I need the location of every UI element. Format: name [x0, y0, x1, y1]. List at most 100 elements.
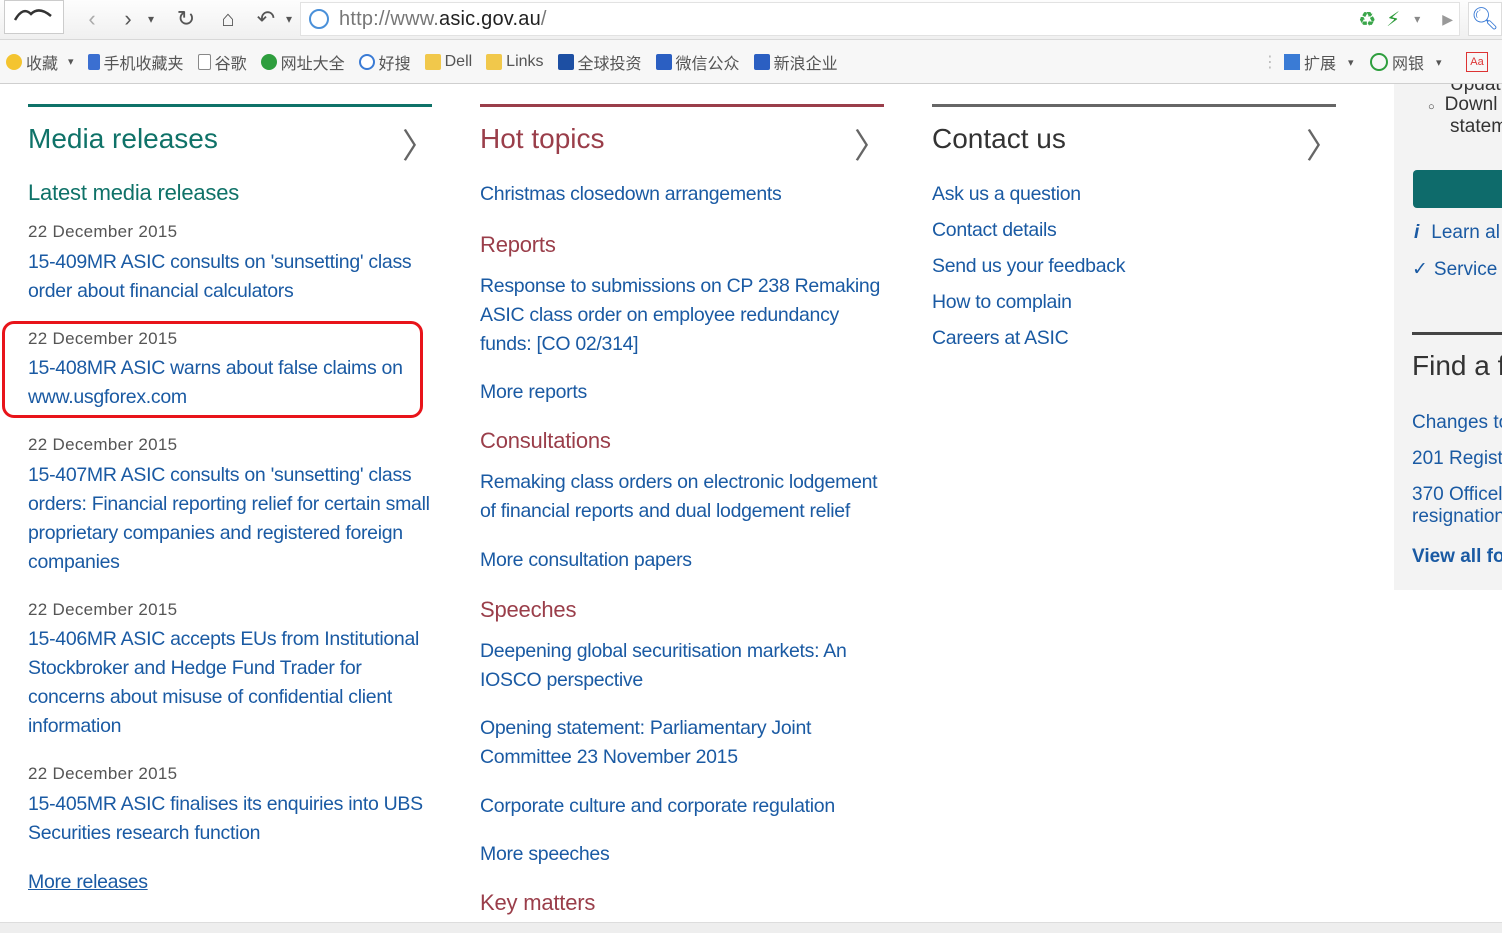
- right-sidebar: Updat ○ Downl statem i Learn al ✓ Service F…: [1394, 84, 1502, 590]
- media-releases-heading[interactable]: Media releases 〉: [28, 123, 436, 166]
- hot-topics-heading[interactable]: Hot topics 〉: [480, 123, 888, 166]
- key-matters-heading[interactable]: Key matters: [480, 890, 595, 916]
- contact-details-link[interactable]: Contact details: [932, 212, 1125, 248]
- feedback-link[interactable]: Send us your feedback: [932, 248, 1125, 284]
- release-date: 22 December 2015: [28, 435, 178, 454]
- heading-text: Hot topics: [480, 123, 605, 154]
- form-link-line: 370 Officel: [1412, 484, 1502, 505]
- report-link-line: ASIC class order on employee redundancy: [480, 304, 840, 326]
- release-link-line: 15-409MR ASIC consults on 'sunsetting' c…: [28, 251, 412, 273]
- more-reports-link[interactable]: More reports: [480, 378, 587, 407]
- more-speeches-link[interactable]: More speeches: [480, 840, 610, 869]
- form-link[interactable]: 370 Officel resignation: [1412, 484, 1502, 528]
- bookmark-dell[interactable]: Dell: [424, 53, 472, 71]
- find-form-heading: Find a f: [1412, 350, 1502, 381]
- bookmark-global-invest[interactable]: 全球投资: [557, 50, 642, 74]
- bookmark-sina[interactable]: 新浪企业: [753, 50, 838, 74]
- grid-icon: [1284, 54, 1300, 70]
- undo-icon[interactable]: ↶: [252, 4, 280, 34]
- hot-topics-column: Hot topics 〉 Christmas closedown arrange…: [480, 104, 888, 919]
- christmas-closedown-link[interactable]: Christmas closedown arrangements: [480, 180, 782, 209]
- more-consultations-link[interactable]: More consultation papers: [480, 546, 692, 575]
- speech-link[interactable]: Opening statement: Parliamentary Joint C…: [480, 714, 811, 772]
- form-link[interactable]: 201 Regist: [1412, 448, 1502, 470]
- learn-link[interactable]: i Learn al: [1414, 222, 1500, 244]
- heading-text: Media releases: [28, 123, 218, 154]
- release-link-line: companies: [28, 551, 120, 573]
- speeches-heading[interactable]: Speeches: [480, 597, 576, 623]
- checkmark-icon: ✓: [1412, 259, 1428, 280]
- release-link-line: proprietary companies and registered for…: [28, 522, 403, 544]
- bookmark-wechat[interactable]: 微信公众: [655, 50, 740, 74]
- speech-link-line: IOSCO perspective: [480, 669, 643, 691]
- complain-link[interactable]: How to complain: [932, 284, 1125, 320]
- chevron-right-icon[interactable]: 〉: [854, 119, 888, 168]
- heading-text: Contact us: [932, 123, 1066, 154]
- chevron-right-icon[interactable]: 〉: [402, 119, 436, 168]
- search-icon[interactable]: 🔍︎: [1468, 2, 1502, 36]
- report-link[interactable]: Response to submissions on CP 238 Remaki…: [480, 272, 880, 359]
- consultation-link[interactable]: Remaking class orders on electronic lodg…: [480, 468, 878, 526]
- contact-links: Ask us a question Contact details Send u…: [932, 176, 1125, 356]
- back-icon[interactable]: ‹: [80, 4, 104, 34]
- bookmark-hao123[interactable]: 网址大全: [260, 50, 345, 74]
- bookmark-links[interactable]: Links: [486, 52, 544, 71]
- netbank-label: 网银: [1392, 56, 1425, 73]
- folder-icon: [424, 53, 441, 70]
- url-dropdown-icon[interactable]: ▾: [1414, 12, 1420, 26]
- bookmark-google[interactable]: 谷歌: [197, 50, 247, 74]
- url-text[interactable]: http://www.asic.gov.au/: [339, 8, 547, 31]
- speech-link[interactable]: Deepening global securitisation markets:…: [480, 637, 847, 695]
- lightning-icon[interactable]: ⚡: [1386, 7, 1400, 32]
- extensions-button[interactable]: ⋮ 扩展 ▾: [1262, 40, 1354, 84]
- bookmark-haosou[interactable]: 好搜: [358, 50, 411, 74]
- chevron-right-icon[interactable]: 〉: [1306, 119, 1340, 168]
- divider: [28, 104, 432, 107]
- forward-icon[interactable]: ›: [116, 4, 140, 34]
- bookmark-favorites[interactable]: 收藏 ▾: [6, 50, 74, 74]
- sidebar-action-button[interactable]: [1413, 170, 1502, 208]
- browser-logo-icon[interactable]: [4, 0, 64, 34]
- release-link[interactable]: 15-406MR ASIC accepts EUs from Instituti…: [28, 625, 419, 741]
- speech-link-line: Deepening global securitisation markets:…: [480, 640, 847, 662]
- more-releases-link[interactable]: More releases: [28, 868, 148, 897]
- home-icon[interactable]: ⌂: [214, 4, 242, 34]
- latest-media-releases-heading[interactable]: Latest media releases: [28, 180, 239, 206]
- ask-question-link[interactable]: Ask us a question: [932, 176, 1125, 212]
- service-link[interactable]: ✓ Service: [1412, 258, 1497, 281]
- bookmark-label: 新浪企业: [773, 55, 838, 73]
- view-all-forms-link[interactable]: View all fo: [1412, 546, 1502, 568]
- speed-mode-icon[interactable]: ♻: [1358, 7, 1376, 32]
- speech-link-line: Opening statement: Parliamentary Joint: [480, 717, 812, 739]
- form-link[interactable]: Changes to: [1412, 412, 1502, 434]
- reports-heading[interactable]: Reports: [480, 232, 556, 258]
- translate-button[interactable]: Aa: [1466, 40, 1488, 84]
- consultations-heading[interactable]: Consultations: [480, 428, 611, 454]
- site-info-icon[interactable]: [309, 9, 329, 29]
- forward-dropdown-icon[interactable]: ▾: [144, 4, 158, 34]
- undo-dropdown-icon[interactable]: ▾: [282, 4, 296, 34]
- sidebar-list-item[interactable]: ○ Downl: [1428, 94, 1497, 116]
- bookmark-label: 谷歌: [214, 55, 247, 73]
- go-icon[interactable]: ▶: [1442, 11, 1453, 28]
- bookmark-mobile[interactable]: 手机收藏夹: [87, 50, 184, 74]
- netbank-button[interactable]: 网银 ▾: [1370, 40, 1442, 84]
- release-link[interactable]: 15-409MR ASIC consults on 'sunsetting' c…: [28, 248, 412, 306]
- bookmark-label: 网址大全: [280, 55, 345, 73]
- folder-icon: [486, 53, 503, 70]
- media-releases-column: Media releases 〉 Latest media releases 2…: [28, 104, 436, 904]
- refresh-icon[interactable]: ↻: [172, 4, 200, 34]
- address-bar[interactable]: http://www.asic.gov.au/ ♻ ⚡ ▾ ▶: [300, 2, 1460, 36]
- speech-link[interactable]: Corporate culture and corporate regulati…: [480, 792, 835, 821]
- chevron-down-icon: ▾: [1348, 56, 1354, 69]
- translate-icon: Aa: [1466, 52, 1488, 72]
- release-date: 22 December 2015: [28, 600, 178, 619]
- bookmark-label: 收藏: [26, 55, 59, 73]
- contact-us-heading[interactable]: Contact us 〉: [932, 123, 1340, 166]
- bookmark-label: Links: [506, 52, 544, 70]
- careers-link[interactable]: Careers at ASIC: [932, 320, 1125, 356]
- divider: [1412, 332, 1502, 335]
- phone-icon: [87, 53, 100, 70]
- release-link[interactable]: 15-405MR ASIC finalises its enquiries in…: [28, 790, 423, 848]
- release-link[interactable]: 15-407MR ASIC consults on 'sunsetting' c…: [28, 461, 430, 577]
